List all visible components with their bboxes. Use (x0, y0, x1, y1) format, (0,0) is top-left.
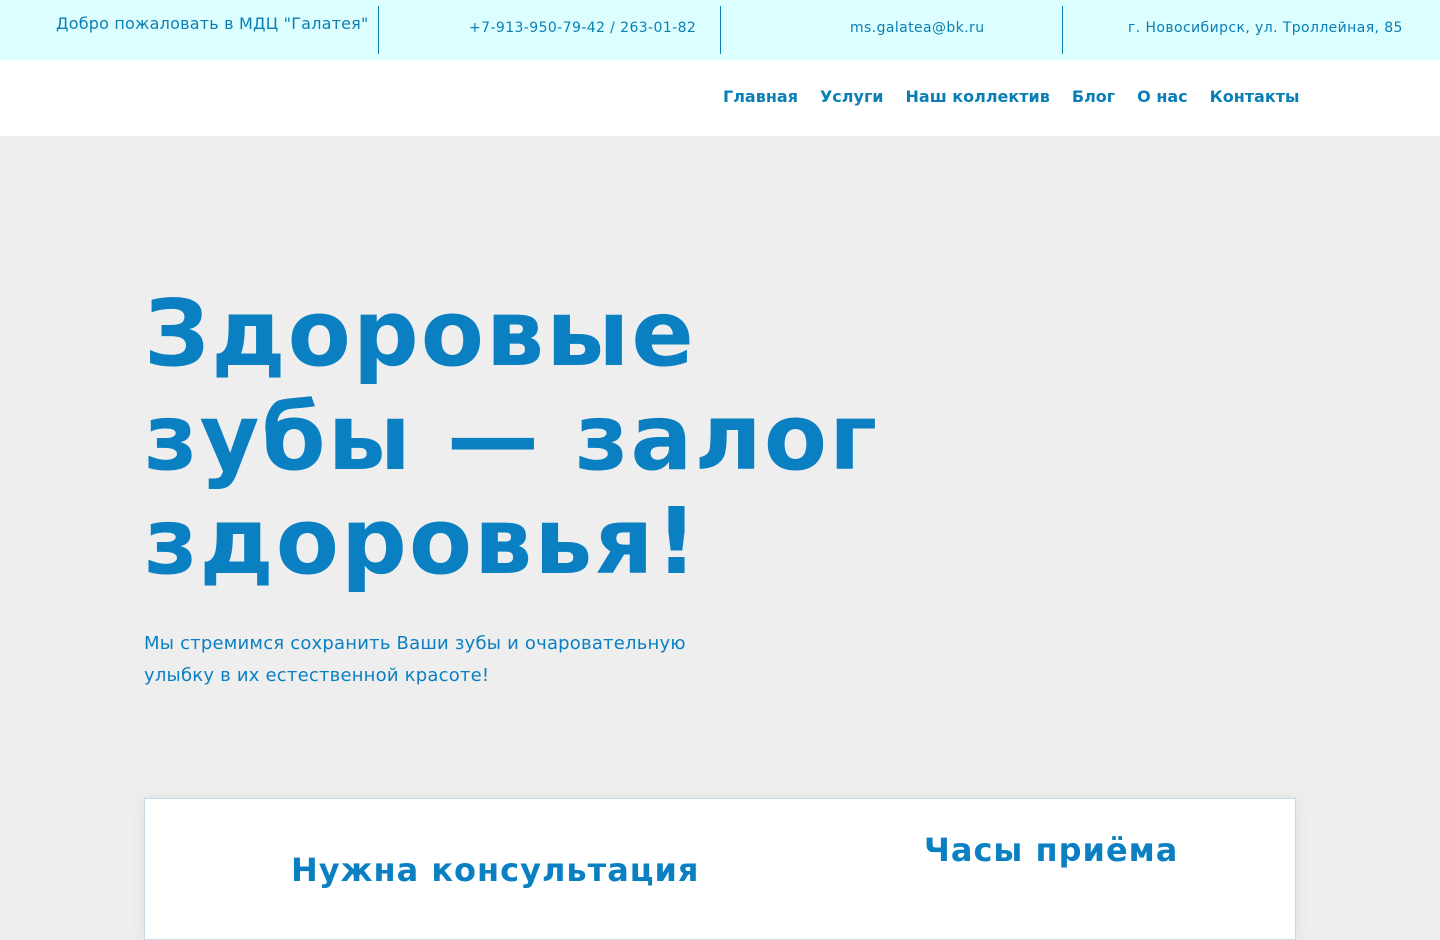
menu-item-about: О нас (1137, 87, 1188, 106)
topbar-divider (378, 6, 379, 54)
phone-link[interactable]: +7-913-950-79-42 / 263-01-82 (469, 20, 696, 36)
hero-subtitle: Мы стремимся сохранить Ваши зубы и очаро… (144, 633, 686, 686)
top-info-bar: Добро пожаловать в МДЦ "Галатея" +7-913-… (0, 0, 1440, 60)
menu-item-contacts: Контакты (1210, 87, 1300, 106)
main-menu: Главная Услуги Наш коллектив Блог О нас … (723, 87, 1299, 106)
topbar-divider (1062, 6, 1063, 54)
consultation-heading: Нужна консультация (291, 851, 700, 889)
menu-item-blog: Блог (1072, 87, 1115, 106)
nav-link-services[interactable]: Услуги (820, 87, 884, 106)
nav-link-about[interactable]: О нас (1137, 87, 1188, 106)
nav-link-contacts[interactable]: Контакты (1210, 87, 1300, 106)
main-navbar: Главная Услуги Наш коллектив Блог О нас … (0, 60, 1440, 136)
info-card: Нужна консультация Часы приёма (144, 798, 1296, 940)
email-link[interactable]: ms.galatea@bk.ru (850, 20, 984, 36)
hours-heading: Часы приёма (924, 831, 1179, 869)
menu-item-services: Услуги (820, 87, 884, 106)
menu-item-team: Наш коллектив (906, 87, 1050, 106)
address-text: г. Новосибирск, ул. Троллейная, 85 (1128, 20, 1403, 36)
welcome-text: Добро пожаловать в МДЦ "Галатея" (56, 14, 369, 33)
nav-link-blog[interactable]: Блог (1072, 87, 1115, 106)
hero-title: Здоровые зубы — залог здоровья! (144, 280, 880, 595)
nav-link-home[interactable]: Главная (723, 87, 798, 106)
menu-item-home: Главная (723, 87, 798, 106)
topbar-divider (720, 6, 721, 54)
nav-link-team[interactable]: Наш коллектив (906, 87, 1050, 106)
